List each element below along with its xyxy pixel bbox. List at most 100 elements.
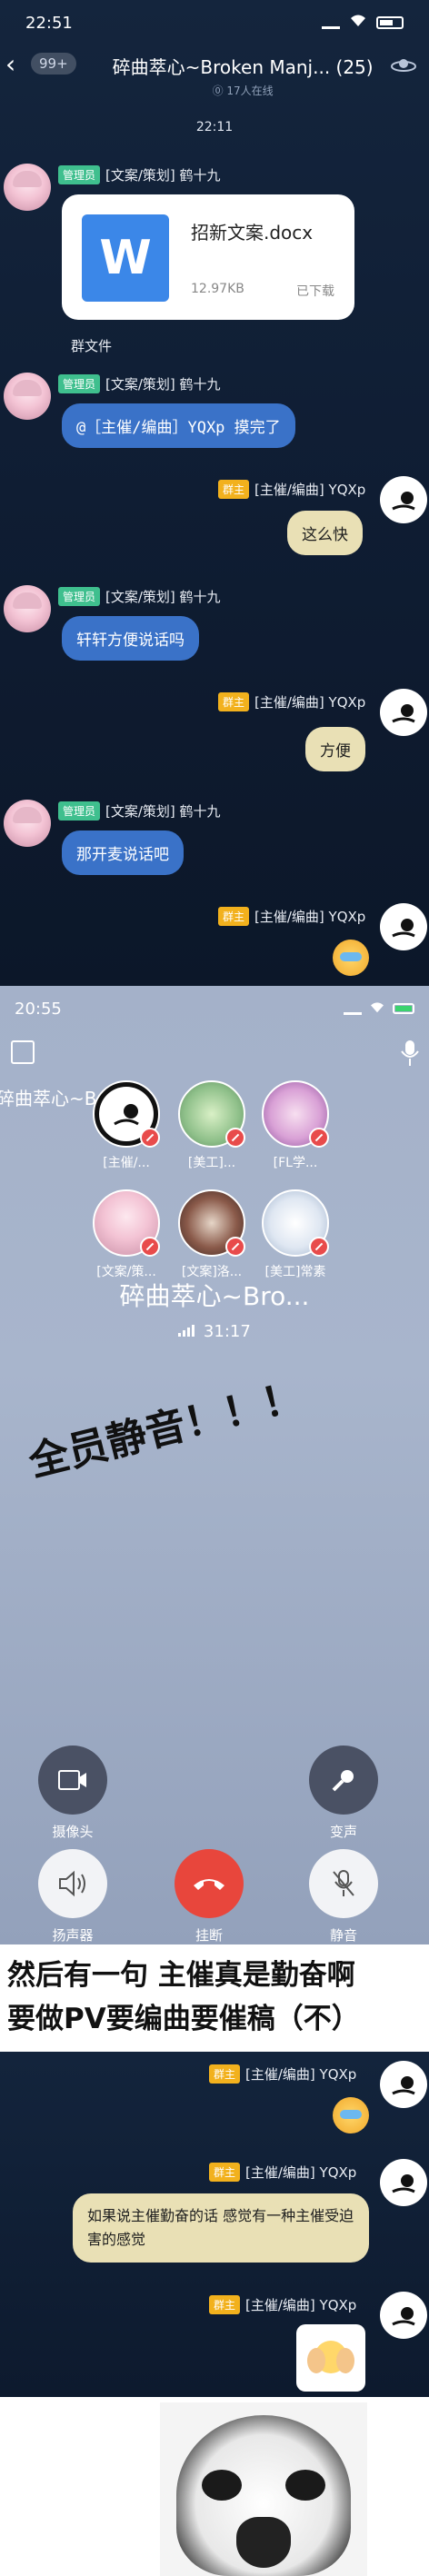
panda-face (176, 2415, 351, 2576)
speaker-control[interactable]: 扬声器 (27, 1849, 118, 1944)
sticker-image[interactable] (296, 2324, 365, 2392)
call-member[interactable]: [文案]洛... (173, 1189, 251, 1280)
sender-name: [主催/编曲] YQXp (245, 2066, 357, 2083)
voice-change-label: 变声 (329, 1824, 357, 1840)
avatar[interactable] (4, 373, 51, 420)
chat-title: 碎曲萃心~Broken Manj... (25) (112, 56, 374, 78)
message-bubble[interactable]: 方便 (305, 727, 365, 771)
status-time: 22:51 (25, 13, 73, 33)
sender-name: [主催/编曲] YQXp (254, 482, 366, 498)
panda-mouth (236, 2517, 291, 2568)
wifi-icon (349, 14, 367, 33)
minimize-icon[interactable] (11, 1040, 35, 1064)
sender-name: [文案/策划] 鹤十九 (105, 376, 221, 393)
panda-eye (202, 2470, 242, 2501)
avatar (93, 1080, 160, 1148)
avatar[interactable] (380, 2159, 427, 2206)
sender-line: 管理员 [文案/策划] 鹤十九 (58, 374, 221, 393)
call-duration-text: 31:17 (203, 1322, 251, 1341)
avatar (178, 1080, 245, 1148)
mute-control[interactable]: 静音 (298, 1849, 389, 1944)
status-bar: 22:51 (0, 0, 429, 45)
avatar[interactable] (4, 585, 51, 632)
sender-line: 管理员 [文案/策划] 鹤十九 (58, 801, 221, 821)
message-bubble[interactable]: 轩轩方便说话吗 (62, 616, 199, 661)
avatar[interactable] (4, 164, 51, 211)
file-message-card[interactable]: W 招新文案.docx 12.97KB 已下载 (62, 194, 354, 320)
avatar (178, 1189, 245, 1257)
call-member[interactable]: [主催/... (87, 1080, 165, 1171)
chat-title-block[interactable]: 碎曲萃心~Broken Manj... (25) ⓪ 17人在线 (113, 53, 374, 98)
muted-mic-icon (309, 1128, 329, 1148)
muted-mic-icon (225, 1237, 245, 1257)
avatar[interactable] (380, 2292, 427, 2339)
call-duration: 31:17 (0, 1322, 429, 1341)
message-bubble[interactable]: 那开麦说话吧 (62, 830, 184, 875)
signal-bars-icon (178, 1322, 204, 1341)
back-arrow-icon[interactable]: ‹ (5, 52, 24, 77)
chat-screen: 22:51 ‹ 99+ 碎曲萃心~Broken Manj... (25) ⓪ 1… (0, 0, 429, 986)
file-download-status: 已下载 (296, 284, 334, 299)
sender-name: [主催/编曲] YQXp (245, 2297, 357, 2313)
hangup-phone-icon[interactable] (175, 1849, 244, 1918)
sender-line: 群主 [主催/编曲] YQXp (209, 2064, 356, 2084)
sender-name: [主催/编曲] YQXp (254, 909, 366, 925)
avatar[interactable] (380, 903, 427, 950)
sender-line: 管理员 [文案/策划] 鹤十九 (58, 165, 221, 184)
voice-call-screen: 20:55 碎曲萃心~Broken [主催/... [美工]... [FL学..… (0, 986, 429, 1944)
call-member[interactable]: [美工]... (173, 1080, 251, 1171)
message-bubble[interactable]: 如果说主催勤奋的话 感觉有一种主催受迫害的感觉 (73, 2193, 369, 2263)
voice-change-button[interactable] (309, 1746, 378, 1815)
sender-name: [文案/策划] 鹤十九 (105, 167, 221, 184)
sticker-emoji[interactable] (333, 940, 369, 976)
camera-control[interactable]: 摄像头 (27, 1746, 118, 1841)
member-name: [主催/... (103, 1156, 150, 1170)
owner-badge: 群主 (209, 2163, 241, 2182)
admin-badge: 管理员 (58, 165, 101, 184)
sender-name: [文案/策划] 鹤十九 (105, 803, 221, 820)
admin-badge: 管理员 (58, 587, 101, 606)
sender-line: 群主 [主催/编曲] YQXp (209, 2163, 356, 2182)
reaction-meme-image (0, 2397, 429, 2576)
muted-mic-icon (140, 1128, 160, 1148)
camera-label: 摄像头 (52, 1824, 94, 1840)
hangup-label: 挂断 (195, 1927, 223, 1944)
overlay-caption: 全员静音！！！ (24, 1373, 307, 1487)
voice-change-control[interactable]: 变声 (298, 1746, 389, 1841)
message-bubble[interactable]: 这么快 (287, 511, 363, 555)
avatar (93, 1189, 160, 1257)
mic-status-icon[interactable] (398, 1039, 422, 1068)
avatar[interactable] (4, 800, 51, 847)
camera-button[interactable] (38, 1746, 107, 1815)
avatar[interactable] (380, 476, 427, 523)
avatar (262, 1080, 329, 1148)
speaker-icon[interactable] (38, 1849, 107, 1918)
avatar[interactable] (380, 2061, 427, 2108)
panda-meme (160, 2402, 367, 2576)
owner-badge: 群主 (218, 480, 250, 499)
owner-badge: 群主 (218, 907, 250, 926)
file-source-caption: 群文件 (71, 338, 113, 354)
muted-mic-icon (309, 1237, 329, 1257)
mute-label: 静音 (329, 1927, 357, 1944)
unread-count-badge[interactable]: 99+ (31, 53, 76, 75)
call-member[interactable]: [FL学... (256, 1080, 334, 1171)
call-group-name: 碎曲萃心~Bro... (119, 1281, 310, 1311)
caption-banner: 然后有一句 主催真是勤奋啊 要做PV要编曲要催稿（不） (0, 1944, 429, 2052)
wifi-icon (369, 1000, 385, 1019)
sender-name: [主催/编曲] YQXp (254, 694, 366, 711)
hangup-control[interactable]: 挂断 (164, 1849, 254, 1944)
avatar[interactable] (380, 689, 427, 736)
status-time: 20:55 (15, 999, 62, 1019)
sticker-emoji[interactable] (333, 2097, 369, 2133)
online-count: ⓪ 17人在线 (212, 85, 274, 97)
battery-icon (393, 1003, 414, 1014)
call-member[interactable]: [文案/策... (87, 1189, 165, 1280)
call-member[interactable]: [美工]常素 (256, 1189, 334, 1280)
sender-line: 群主 [主催/编曲] YQXp (209, 2295, 356, 2314)
group-menu-icon[interactable] (391, 53, 416, 80)
mic-muted-icon[interactable] (309, 1849, 378, 1918)
admin-badge: 管理员 (58, 801, 101, 821)
admin-badge: 管理员 (58, 374, 101, 393)
message-bubble[interactable]: @［主催/编曲］YQXp 摸完了 (62, 403, 295, 448)
